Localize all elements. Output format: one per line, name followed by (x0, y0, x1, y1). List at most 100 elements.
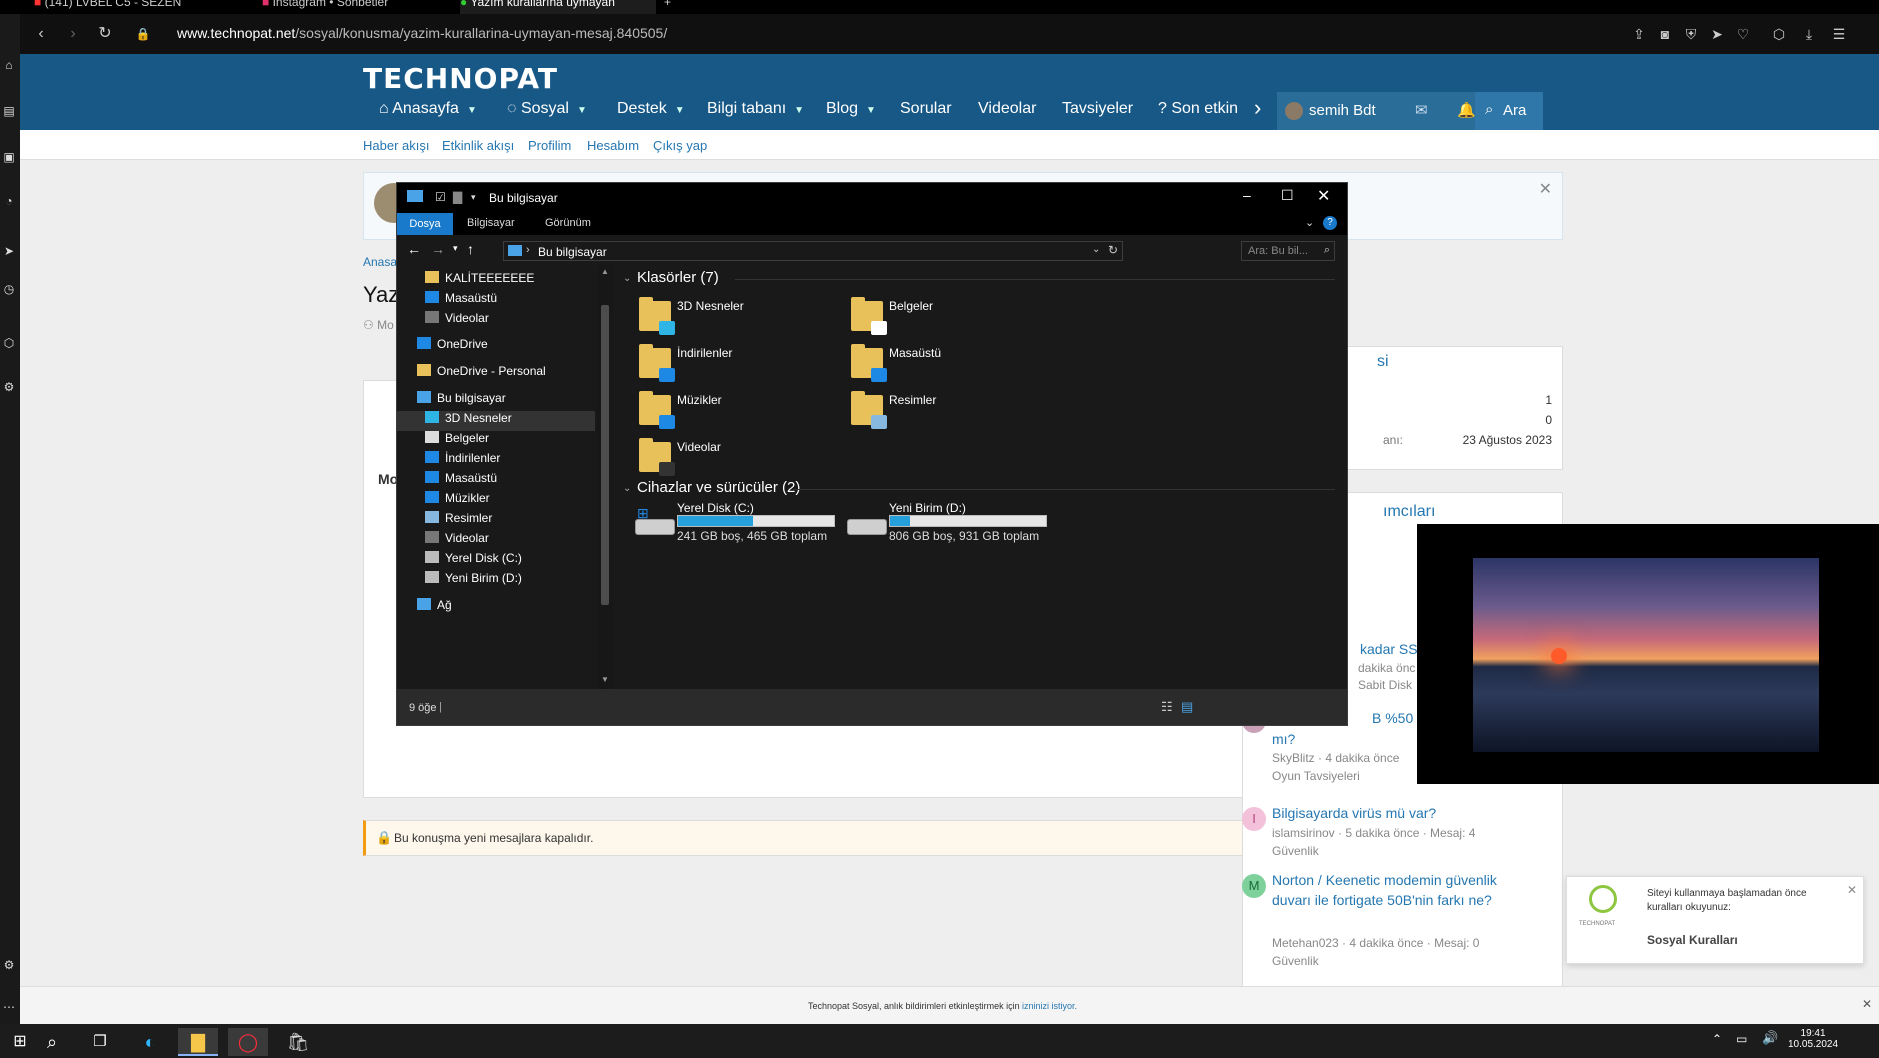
home-icon[interactable]: ⌂ (2, 58, 16, 72)
thread-category[interactable]: Güvenlik (1272, 952, 1319, 970)
maximize-button[interactable]: ☐ (1281, 187, 1294, 204)
nav-item[interactable]: İndirilenler (425, 451, 500, 465)
nav-item[interactable]: KALİTEEEEEEE (425, 271, 534, 285)
mail-icon[interactable]: ✉ (1415, 101, 1428, 119)
chevron-down-icon[interactable]: ⌄ (1305, 216, 1314, 229)
nav-item[interactable]: OneDrive (417, 337, 488, 351)
subnav-haber-akisi[interactable]: Haber akışı (363, 138, 429, 153)
download-icon[interactable]: ⤓ (1800, 25, 1818, 43)
tab-youtube[interactable]: ■ (141) LVBEL C5 - SEZEN (34, 0, 181, 14)
nav-item[interactable]: Belgeler (425, 431, 489, 445)
search-icon[interactable]: ⌕ (32, 1028, 72, 1056)
drive-c[interactable]: ⊞ Yerel Disk (C:) 241 GB boş, 465 GB top… (635, 501, 845, 545)
nav-blog[interactable]: Blog ▼ (826, 100, 876, 118)
avatar[interactable]: I (1242, 807, 1266, 831)
nav-son-etkinlik[interactable]: ? Son etkin (1158, 100, 1262, 118)
folder-item[interactable]: 3D Nesneler (637, 295, 837, 335)
details-view-icon[interactable]: ☷ (1161, 699, 1173, 715)
close-icon[interactable]: ✕ (1539, 179, 1552, 199)
bell-icon[interactable]: 🔔 (1457, 101, 1476, 119)
chevron-down-icon[interactable]: ▾ (471, 192, 476, 203)
subnav-hesabim[interactable]: Hesabım (587, 138, 639, 153)
back-button[interactable]: ‹ (30, 24, 52, 44)
help-icon[interactable]: ? (1323, 216, 1337, 230)
thread-title[interactable]: Bilgisayarda virüs mü var? (1272, 803, 1436, 823)
more-icon[interactable]: ⋯ (2, 1000, 16, 1014)
scrollbar-thumb[interactable] (601, 305, 609, 605)
chevron-up-icon[interactable]: ⌃ (1712, 1032, 1722, 1046)
search-button[interactable]: ⌕ Ara (1475, 92, 1543, 130)
edge-icon[interactable]: ◐ (130, 1028, 170, 1056)
gear-icon[interactable]: ⚙ (2, 958, 16, 972)
nav-tavsiyeler[interactable]: Tavsiyeler (1062, 100, 1133, 118)
folder-item[interactable]: Masaüstü (849, 342, 1049, 382)
scroll-down-icon[interactable]: ▼ (601, 675, 609, 684)
tab-instagram[interactable]: ■ Instagram • Sohbetler (262, 0, 388, 14)
thread-title-line2[interactable]: mı? (1272, 729, 1295, 749)
nav-item[interactable]: OneDrive - Personal (417, 364, 546, 378)
ribbon-tab-dosya[interactable]: Dosya (397, 213, 453, 235)
nav-item[interactable]: 3D Nesneler (425, 411, 512, 425)
forward-button[interactable]: › (62, 24, 84, 44)
shield-icon[interactable]: ⛨ (1682, 25, 1700, 43)
chevron-down-icon[interactable]: ⌄ (623, 273, 631, 284)
url-field[interactable]: www.technopat.net/sosyal/konusma/yazim-k… (177, 25, 667, 41)
explorer-search-input[interactable]: Ara: Bu bil... ⌕ (1241, 241, 1335, 261)
nav-destek[interactable]: Destek ▼ (617, 100, 685, 118)
user-name[interactable]: semih Bdt (1309, 102, 1376, 119)
share-icon[interactable]: ⇪ (1630, 25, 1648, 43)
nav-anasayfa[interactable]: ⌂ Anasayfa ▼ (379, 100, 477, 118)
ribbon-tab-bilgisayar[interactable]: Bilgisayar (467, 217, 515, 229)
notif-link[interactable]: izninizi istiyor. (1022, 1001, 1077, 1011)
send-icon[interactable]: ➤ (1708, 25, 1726, 43)
chevron-down-icon[interactable]: ⌄ (1092, 244, 1100, 255)
nav-item[interactable]: Videolar (425, 531, 489, 545)
chevron-right-icon[interactable]: › (1254, 95, 1261, 121)
up-arrow-icon[interactable]: ↑ (467, 241, 474, 257)
thread-category[interactable]: Sabit Disk (1358, 676, 1412, 694)
task-view-icon[interactable]: ❐ (80, 1028, 120, 1056)
ribbon-tab-gorunum[interactable]: Görünüm (545, 217, 591, 229)
scroll-up-icon[interactable]: ▲ (601, 267, 609, 276)
thread-category[interactable]: Oyun Tavsiyeleri (1272, 767, 1360, 785)
nav-sosyal[interactable]: ◌ Sosyal ▼ (507, 100, 587, 118)
cube-icon[interactable]: ⬡ (2, 336, 16, 350)
network-icon[interactable]: ▭ (1736, 1032, 1747, 1046)
devices-group-header[interactable]: Cihazlar ve sürücüler (2) (637, 479, 800, 496)
nav-item[interactable]: Müzikler (425, 491, 490, 505)
folders-group-header[interactable]: Klasörler (7) (637, 269, 719, 286)
chevron-down-icon[interactable]: ⌄ (623, 483, 631, 494)
heart-icon[interactable]: ♡ (1734, 25, 1752, 43)
subnav-etkinlik-akisi[interactable]: Etkinlik akışı (442, 138, 514, 153)
clock[interactable]: 19:41 10.05.2024 (1788, 1028, 1838, 1050)
tab-technopat[interactable]: ● Yazım kurallarına uymayan (460, 0, 656, 14)
explorer-path-field[interactable]: › Bu bilgisayar ⌄ ↻ (503, 241, 1123, 261)
file-explorer-icon[interactable]: ▇ (178, 1028, 218, 1056)
rules-link[interactable]: Sosyal Kuralları (1647, 933, 1738, 947)
subnav-cikis-yap[interactable]: Çıkış yap (653, 138, 707, 153)
box-icon[interactable]: ⬡ (1770, 25, 1788, 43)
video-overlay[interactable] (1417, 524, 1879, 784)
nav-videolar[interactable]: Videolar (978, 100, 1036, 118)
close-icon[interactable]: ✕ (1847, 883, 1857, 897)
opera-icon[interactable]: ◯ (228, 1028, 268, 1056)
nav-scrollbar[interactable]: ▲ ▼ (597, 265, 613, 689)
folder-item[interactable]: Müzikler (637, 389, 837, 429)
nav-item[interactable]: Resimler (425, 511, 492, 525)
store-icon[interactable]: 🛍 (278, 1028, 318, 1056)
forward-arrow-icon[interactable]: → (431, 241, 445, 257)
nav-item[interactable]: Videolar (425, 311, 489, 325)
new-tab-button[interactable]: + (664, 0, 671, 14)
whatsapp-icon[interactable]: ◔ (2, 194, 16, 208)
send-icon[interactable]: ➤ (2, 244, 16, 258)
avatar[interactable] (1285, 102, 1303, 120)
back-arrow-icon[interactable]: ← (407, 241, 421, 257)
history-icon[interactable]: ◷ (2, 282, 16, 296)
nav-item[interactable]: Bu bilgisayar (417, 391, 506, 405)
messenger-icon[interactable]: ▣ (2, 150, 16, 164)
settings-icon[interactable]: ⚙ (2, 380, 16, 394)
folder-item[interactable]: Videolar (637, 436, 837, 476)
menu-icon[interactable]: ☰ (1830, 25, 1848, 43)
nav-bilgi-tabani[interactable]: Bilgi tabanı ▼ (707, 100, 804, 118)
site-logo[interactable]: TECHNOPAT (363, 62, 558, 95)
